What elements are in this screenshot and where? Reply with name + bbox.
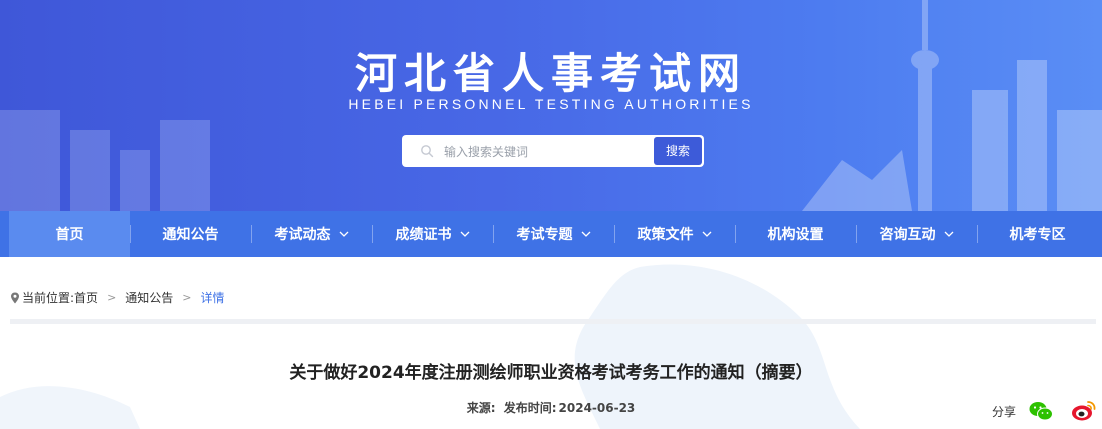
nav-item-label: 咨询互动 [879, 227, 936, 243]
article-title: 关于做好2024年度注册测绘师职业资格考试考务工作的通知（摘要） [289, 363, 813, 383]
breadcrumb-prefix: 当前位置: [22, 291, 75, 305]
chevron-down-icon [339, 231, 348, 237]
nav-item-policy-documents[interactable]: 政策文件 [614, 211, 735, 257]
search-button[interactable]: 搜索 [654, 137, 702, 165]
chevron-down-icon [581, 231, 590, 237]
nav-item-label: 通知公告 [162, 227, 219, 243]
main-navigation: 首页 通知公告 考试动态 成绩证书 考试专题 政策文件 机构设置 咨询互动 机考… [0, 211, 1102, 257]
nav-item-label: 考试专题 [516, 227, 573, 243]
breadcrumb-separator: > [107, 291, 117, 304]
search-box: 搜索 [402, 135, 704, 167]
nav-item-computer-exam[interactable]: 机考专区 [977, 211, 1098, 257]
nav-item-label: 机考专区 [1009, 227, 1066, 243]
wechat-icon[interactable] [1028, 398, 1054, 424]
nav-item-exam-news[interactable]: 考试动态 [251, 211, 372, 257]
nav-item-organization[interactable]: 机构设置 [735, 211, 856, 257]
chevron-down-icon [944, 231, 953, 237]
search-input[interactable] [442, 135, 656, 167]
chevron-down-icon [460, 231, 469, 237]
source-label: 来源: [466, 401, 496, 415]
publish-date: 2024-06-23 [558, 401, 636, 415]
chevron-down-icon [702, 231, 711, 237]
nav-item-label: 成绩证书 [395, 227, 452, 243]
breadcrumb-home[interactable]: 首页 [74, 289, 98, 306]
site-subtitle: HEBEI PERSONNEL TESTING AUTHORITIES [348, 96, 754, 112]
nav-item-label: 政策文件 [637, 227, 694, 243]
share-label: 分享 [992, 404, 1017, 419]
breadcrumb-notices[interactable]: 通知公告 [125, 289, 173, 306]
nav-item-label: 首页 [55, 227, 84, 243]
publish-label: 发布时间: [503, 401, 557, 415]
nav-item-scores-certificates[interactable]: 成绩证书 [372, 211, 493, 257]
search-icon [421, 145, 434, 158]
breadcrumb-separator: > [182, 291, 192, 304]
header-banner: 河北省人事考试网 HEBEI PERSONNEL TESTING AUTHORI… [0, 0, 1102, 211]
nav-item-exam-topics[interactable]: 考试专题 [493, 211, 614, 257]
content-divider [10, 319, 1096, 324]
site-title: 河北省人事考试网 [354, 49, 747, 98]
share-bar: 分享 [992, 398, 1096, 424]
nav-item-consultation[interactable]: 咨询互动 [856, 211, 977, 257]
article-meta: 来源: 发布时间: 2024-06-23 [0, 399, 1102, 416]
nav-item-home[interactable]: 首页 [9, 211, 130, 257]
nav-item-label: 考试动态 [274, 227, 331, 243]
breadcrumb: 当前位置: 首页 > 通知公告 > 详情 [10, 289, 225, 306]
nav-item-label: 机构设置 [767, 227, 824, 243]
location-pin-icon [11, 292, 19, 303]
breadcrumb-current: 详情 [200, 291, 225, 305]
city-skyline-left-decoration [0, 110, 210, 211]
weibo-icon[interactable] [1070, 398, 1096, 424]
nav-item-notices[interactable]: 通知公告 [130, 211, 251, 257]
